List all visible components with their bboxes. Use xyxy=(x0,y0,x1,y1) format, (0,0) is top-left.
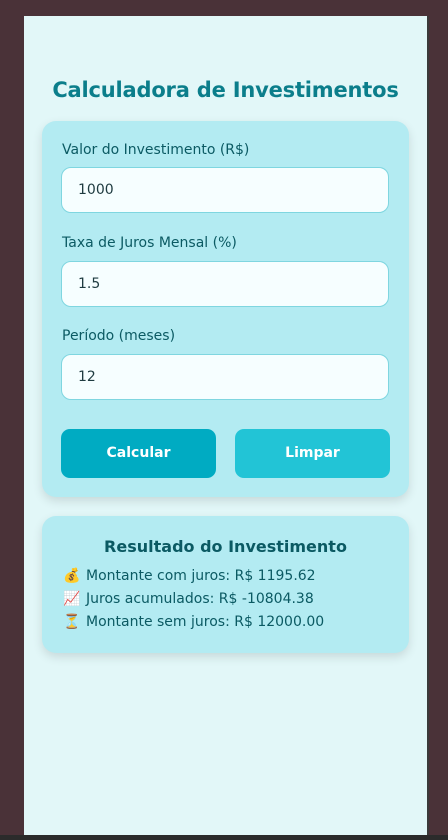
rate-input[interactable]: 1.5 xyxy=(61,261,389,307)
result-line-accumulated-interest: 📈 Juros acumulados: R$ -10804.38 xyxy=(62,591,314,607)
result-text: Montante com juros: R$ 1195.62 xyxy=(86,568,316,584)
result-text: Juros acumulados: R$ -10804.38 xyxy=(86,591,314,607)
page-title: Calculadora de Investimentos xyxy=(52,78,399,102)
clear-button[interactable]: Limpar xyxy=(235,429,390,478)
result-text: Montante sem juros: R$ 12000.00 xyxy=(86,614,325,630)
result-card: Resultado do Investimento 💰 Montante com … xyxy=(42,516,409,653)
chart-increasing-icon: 📈 xyxy=(63,591,81,607)
result-line-with-interest: 💰 Montante com juros: R$ 1195.62 xyxy=(62,568,316,584)
investment-input[interactable]: 1000 xyxy=(61,167,389,213)
money-bag-icon: 💰 xyxy=(63,568,81,584)
window-edge xyxy=(427,16,429,835)
investment-label: Valor do Investimento (R$) xyxy=(62,142,250,158)
calculate-button[interactable]: Calcular xyxy=(61,429,216,478)
app-page: Calculadora de Investimentos Valor do In… xyxy=(24,16,427,835)
window-bottom-edge xyxy=(0,835,448,840)
rate-label: Taxa de Juros Mensal (%) xyxy=(62,235,237,251)
result-line-without-interest: ⏳ Montante sem juros: R$ 12000.00 xyxy=(62,614,324,630)
investment-form-card: Valor do Investimento (R$) 1000 Taxa de … xyxy=(42,121,409,497)
period-label: Período (meses) xyxy=(62,328,176,344)
period-input[interactable]: 12 xyxy=(61,354,389,400)
hourglass-icon: ⏳ xyxy=(63,614,81,630)
result-title: Resultado do Investimento xyxy=(104,537,347,556)
